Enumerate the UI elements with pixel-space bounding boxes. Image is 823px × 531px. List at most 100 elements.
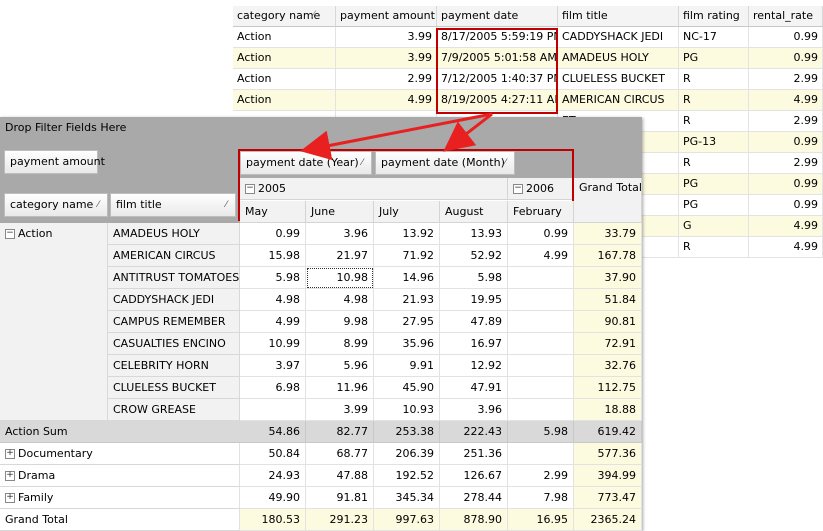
column-field-payment-date-year[interactable]: payment date (Year) ⁄ [240, 151, 372, 175]
grid-cell[interactable]: 0.99 [749, 27, 823, 48]
grid-cell[interactable]: 4.99 [336, 90, 437, 111]
month-header[interactable]: June [306, 201, 374, 223]
pivot-value-cell[interactable] [508, 443, 574, 465]
grand-total-cell[interactable]: 394.99 [574, 465, 642, 487]
pivot-value-cell[interactable]: 19.95 [440, 289, 508, 311]
year-header-2006[interactable]: −2006 [508, 178, 574, 200]
grid-cell[interactable]: CLUELESS BUCKET [558, 69, 679, 90]
pivot-value-cell[interactable]: 47.89 [440, 311, 508, 333]
grid-cell[interactable]: 8/19/2005 4:27:11 AM [437, 90, 558, 111]
data-field-payment-amount[interactable]: payment amount [4, 150, 105, 174]
pivot-value-cell[interactable]: 12.92 [440, 355, 508, 377]
pivot-value-cell[interactable]: 21.97 [306, 245, 374, 267]
pivot-value-cell[interactable]: 9.91 [374, 355, 440, 377]
pivot-value-cell[interactable] [508, 267, 574, 289]
grid-column-header[interactable]: film title [558, 6, 679, 27]
pivot-value-cell[interactable]: 251.36 [440, 443, 508, 465]
pivot-value-cell[interactable]: 52.92 [440, 245, 508, 267]
pivot-value-cell[interactable]: 9.98 [306, 311, 374, 333]
pivot-value-cell[interactable]: 71.92 [374, 245, 440, 267]
year-header-2005[interactable]: −2005 [240, 178, 508, 200]
pivot-value-cell[interactable]: 10.93 [374, 399, 440, 421]
grid-cell[interactable]: 2.99 [749, 111, 823, 132]
grid-cell[interactable]: 4.99 [749, 237, 823, 258]
expand-icon[interactable]: + [5, 449, 15, 459]
month-header[interactable]: August [440, 201, 508, 223]
grid-cell[interactable]: CADDYSHACK JEDI [558, 27, 679, 48]
pivot-value-cell[interactable]: 3.97 [240, 355, 306, 377]
grand-total-cell[interactable]: 773.47 [574, 487, 642, 509]
category-row-header[interactable]: + Drama [0, 465, 240, 487]
film-row-header[interactable]: CROW GREASE [108, 399, 240, 421]
pivot-value-cell[interactable]: 278.44 [440, 487, 508, 509]
film-row-header[interactable]: CASUALTIES ENCINO [108, 333, 240, 355]
grid-cell[interactable]: 4.99 [749, 216, 823, 237]
grand-total-cell[interactable]: 33.79 [574, 223, 642, 245]
pivot-value-cell[interactable]: 49.90 [240, 487, 306, 509]
filter-icon[interactable]: ⁄ [504, 152, 506, 174]
pivot-value-cell[interactable] [508, 355, 574, 377]
film-row-header[interactable]: CAMPUS REMEMBER [108, 311, 240, 333]
month-header[interactable]: May [240, 201, 306, 223]
pivot-value-cell[interactable]: 68.77 [306, 443, 374, 465]
pivot-value-cell[interactable]: 5.96 [306, 355, 374, 377]
pivot-value-cell[interactable]: 6.98 [240, 377, 306, 399]
grid-cell[interactable]: 2.99 [336, 69, 437, 90]
grid-cell[interactable]: PG [679, 174, 749, 195]
pivot-value-cell[interactable]: 4.99 [240, 311, 306, 333]
film-row-header[interactable]: CADDYSHACK JEDI [108, 289, 240, 311]
grid-cell[interactable]: R [679, 237, 749, 258]
pivot-value-cell[interactable]: 13.93 [440, 223, 508, 245]
grid-cell[interactable]: 3.99 [336, 48, 437, 69]
pivot-value-cell[interactable]: 15.98 [240, 245, 306, 267]
grid-cell[interactable]: PG-13 [679, 132, 749, 153]
grand-total-cell[interactable]: 37.90 [574, 267, 642, 289]
expand-icon[interactable]: + [5, 471, 15, 481]
filter-icon[interactable]: ⁄ [361, 152, 363, 174]
pivot-value-cell[interactable] [508, 399, 574, 421]
pivot-value-cell[interactable]: 8.99 [306, 333, 374, 355]
film-row-header[interactable]: CELEBRITY HORN [108, 355, 240, 377]
pivot-value-cell[interactable]: 192.52 [374, 465, 440, 487]
collapse-icon[interactable]: − [245, 184, 255, 194]
pivot-value-cell[interactable]: 3.96 [306, 223, 374, 245]
pivot-value-cell[interactable]: 3.96 [440, 399, 508, 421]
grid-cell[interactable]: PG [679, 48, 749, 69]
grand-total-cell[interactable]: 51.84 [574, 289, 642, 311]
grid-column-header[interactable]: film rating [679, 6, 749, 27]
grand-total-cell[interactable]: 32.76 [574, 355, 642, 377]
grand-total-cell[interactable]: 112.75 [574, 377, 642, 399]
grid-cell[interactable]: NC-17 [679, 27, 749, 48]
pivot-value-cell[interactable]: 24.93 [240, 465, 306, 487]
film-row-header[interactable]: ANTITRUST TOMATOES [108, 267, 240, 289]
month-header[interactable]: February [508, 201, 574, 223]
grid-cell[interactable]: G [679, 216, 749, 237]
pivot-value-cell[interactable]: 47.88 [306, 465, 374, 487]
pivot-value-cell[interactable]: 0.99 [508, 223, 574, 245]
pivot-value-cell[interactable]: 345.34 [374, 487, 440, 509]
filter-icon[interactable]: ⁄ [225, 194, 227, 216]
grid-cell[interactable]: R [679, 69, 749, 90]
pivot-value-cell[interactable] [508, 333, 574, 355]
grid-cell[interactable]: R [679, 90, 749, 111]
pivot-value-cell[interactable]: 27.95 [374, 311, 440, 333]
pivot-value-cell[interactable]: 126.67 [440, 465, 508, 487]
pivot-value-cell[interactable]: 4.99 [508, 245, 574, 267]
grid-cell[interactable]: 2.99 [749, 153, 823, 174]
pivot-value-cell[interactable]: 91.81 [306, 487, 374, 509]
pivot-value-cell[interactable]: 13.92 [374, 223, 440, 245]
category-row-header-action[interactable]: − Action [0, 223, 108, 421]
grid-cell[interactable]: PG [679, 195, 749, 216]
film-row-header[interactable]: AMADEUS HOLY [108, 223, 240, 245]
pivot-value-cell[interactable]: 2.99 [508, 465, 574, 487]
pivot-value-cell[interactable]: 11.96 [306, 377, 374, 399]
month-header[interactable]: July [374, 201, 440, 223]
pivot-value-cell[interactable]: 7.98 [508, 487, 574, 509]
grand-total-cell[interactable]: 577.36 [574, 443, 642, 465]
pivot-value-cell[interactable]: 4.98 [240, 289, 306, 311]
category-row-header[interactable]: + Documentary [0, 443, 240, 465]
pivot-value-cell[interactable] [508, 377, 574, 399]
row-field-film-title[interactable]: film title ⁄ [110, 193, 236, 217]
grid-cell[interactable]: Action [233, 27, 336, 48]
pivot-value-cell[interactable] [240, 399, 306, 421]
